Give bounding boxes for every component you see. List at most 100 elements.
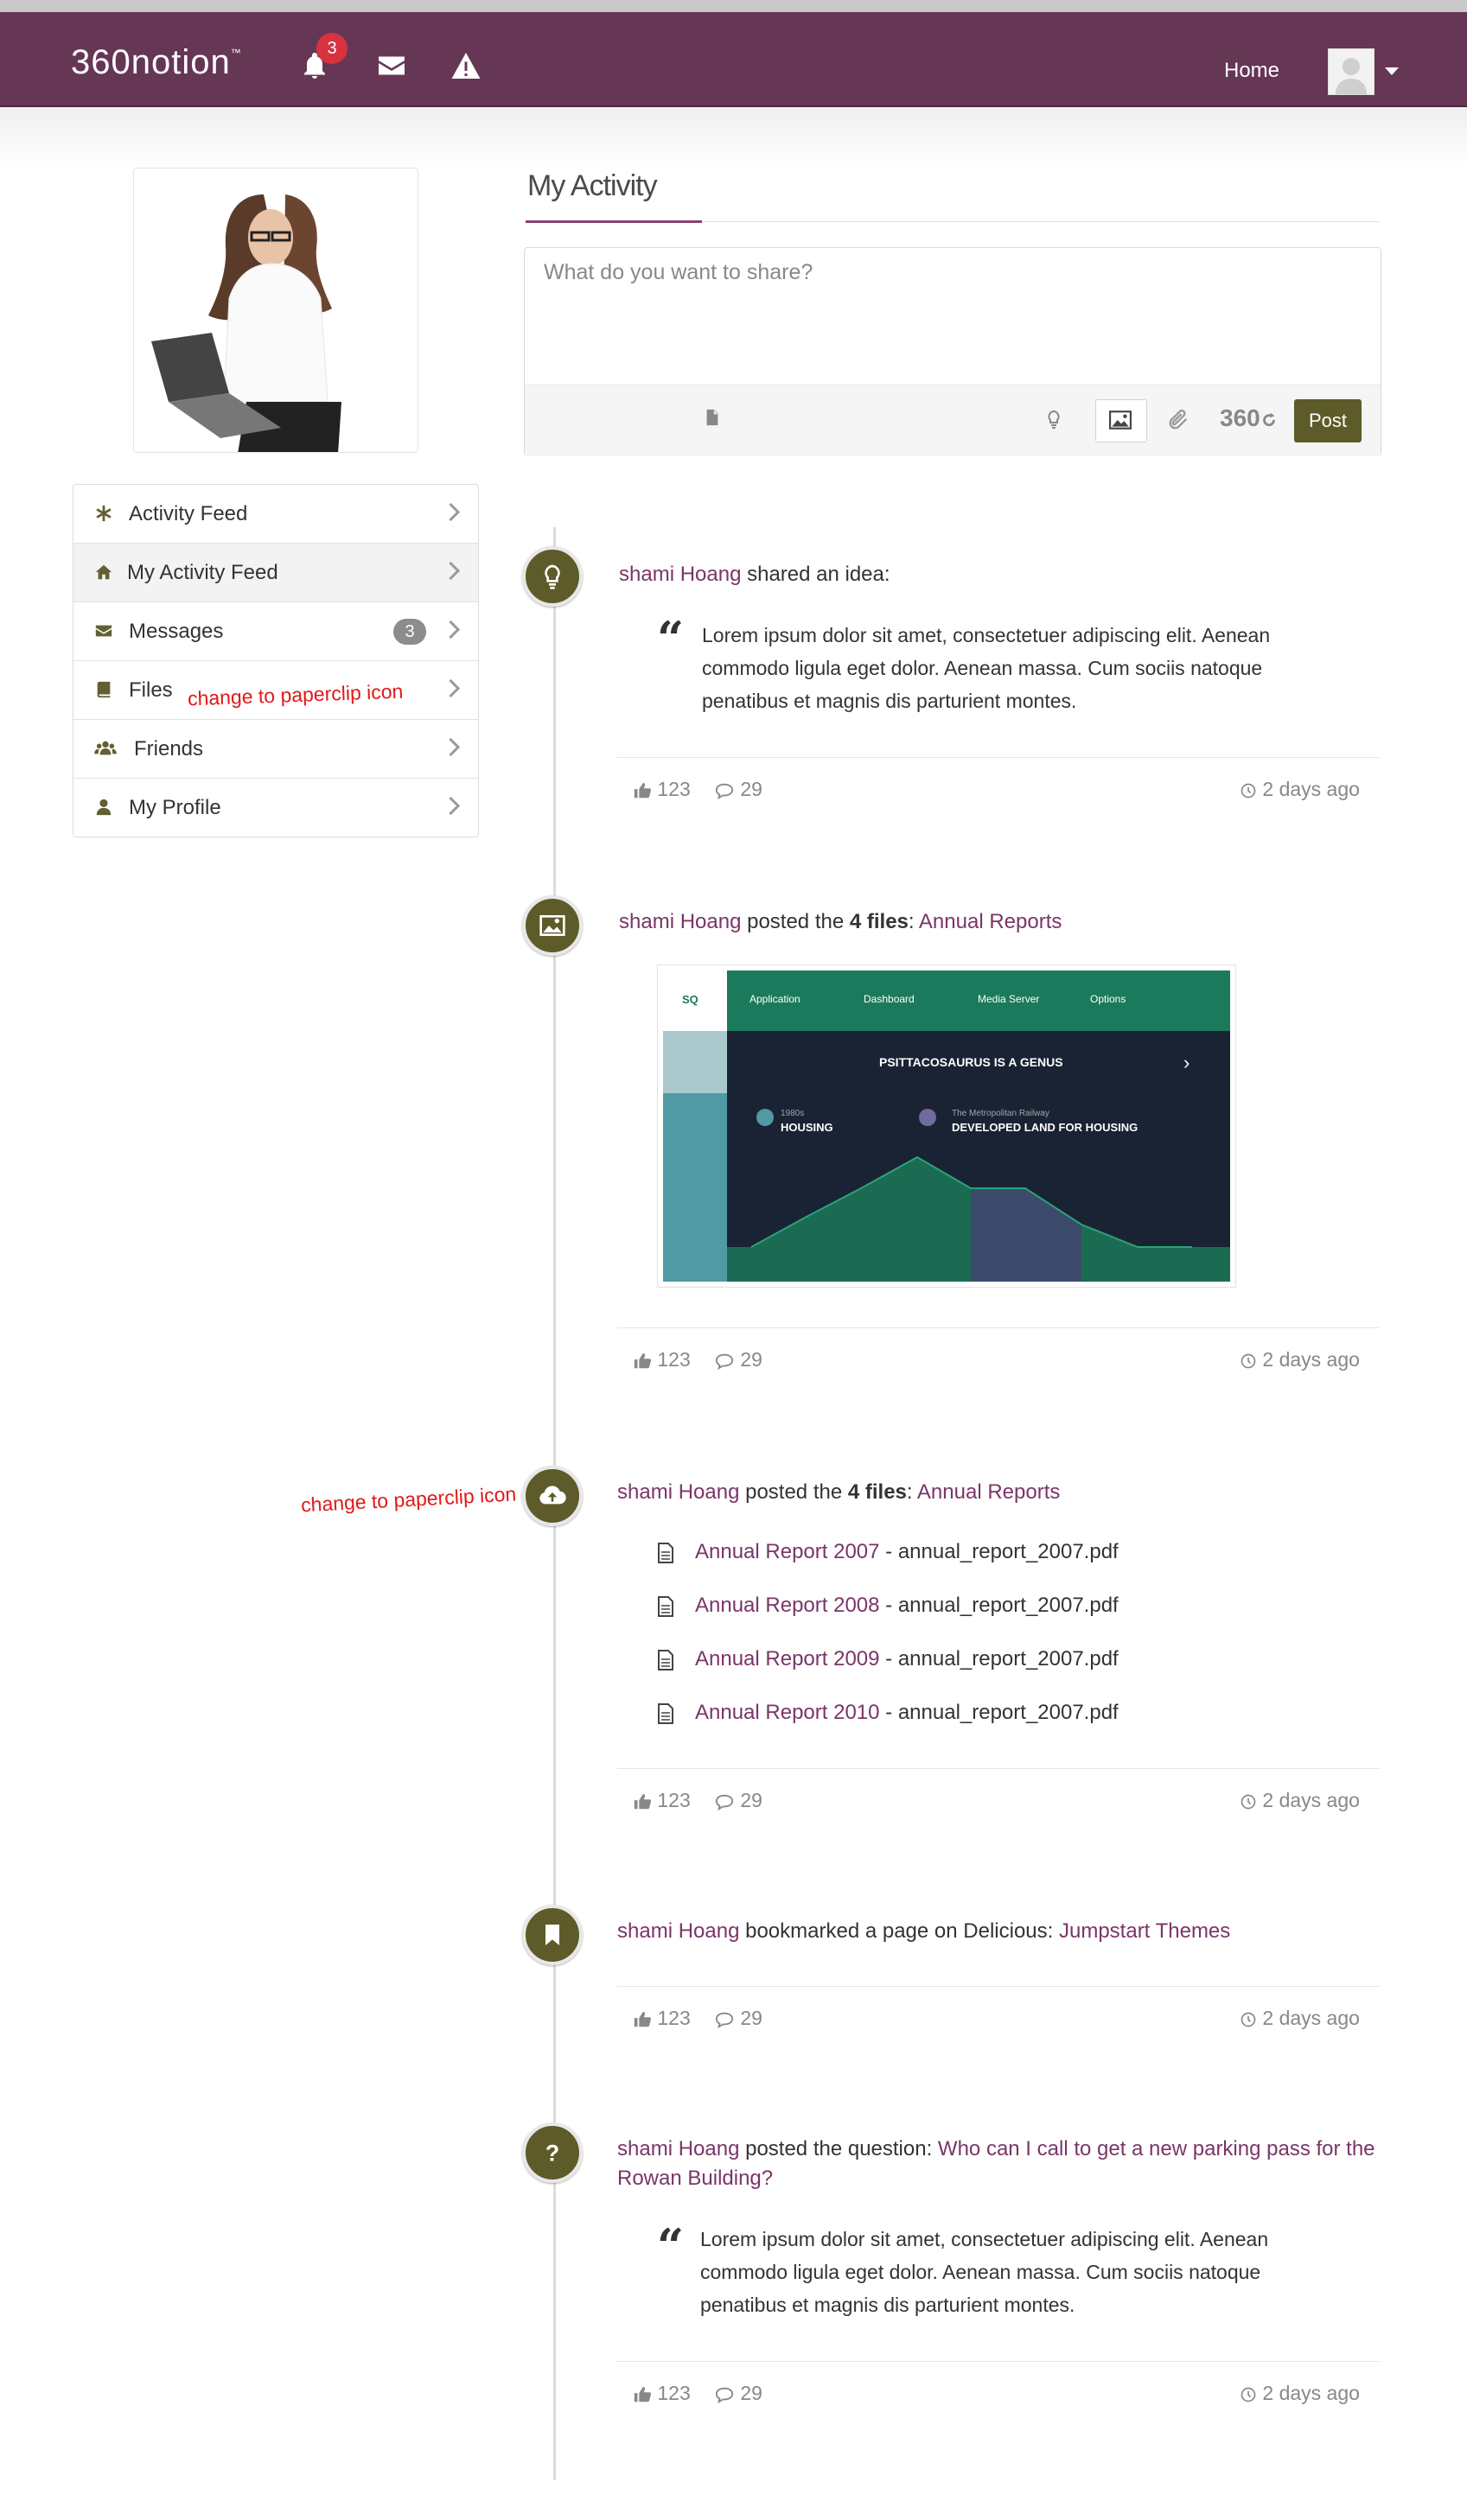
comment-count-value: 29 bbox=[740, 2007, 762, 2029]
user-link[interactable]: shami Hoang bbox=[617, 1480, 739, 1504]
user-icon bbox=[94, 798, 115, 818]
user-link[interactable]: shami Hoang bbox=[619, 563, 741, 586]
thumbs-up-icon bbox=[634, 782, 652, 799]
file-link[interactable]: Annual Report 2010 bbox=[695, 1701, 880, 1724]
sidebar-item-label: Files bbox=[129, 678, 173, 702]
file-name: - annual_report_2007.pdf bbox=[879, 1594, 1119, 1617]
page-title: My Activity bbox=[527, 169, 658, 202]
like-count[interactable]: 123 bbox=[633, 1348, 691, 1371]
user-avatar[interactable] bbox=[1328, 48, 1375, 95]
user-link[interactable]: shami Hoang bbox=[619, 910, 741, 933]
image-icon bbox=[539, 915, 565, 936]
document-icon[interactable] bbox=[703, 406, 722, 444]
like-count-value: 123 bbox=[657, 1348, 691, 1371]
comment-count[interactable]: 29 bbox=[714, 2007, 762, 2030]
comment-count-value: 29 bbox=[740, 2382, 762, 2404]
share-input[interactable]: What do you want to share? bbox=[544, 260, 1356, 364]
preview-logo: SQ bbox=[682, 993, 698, 1006]
lightbulb-icon bbox=[545, 564, 560, 589]
comment-icon bbox=[715, 783, 734, 800]
user-link[interactable]: shami Hoang bbox=[617, 2137, 739, 2160]
timeline-badge-idea bbox=[522, 546, 583, 607]
like-count[interactable]: 123 bbox=[633, 2007, 691, 2030]
timestamp: 2 days ago bbox=[1240, 2007, 1360, 2030]
timeline-badge-bookmark bbox=[522, 1905, 583, 1965]
sidebar-item-friends[interactable]: Friends bbox=[73, 720, 478, 779]
home-icon bbox=[94, 563, 115, 583]
quote-icon: “ bbox=[657, 2218, 685, 2274]
timestamp-value: 2 days ago bbox=[1262, 1789, 1360, 1811]
brand-trademark: ™ bbox=[230, 47, 242, 59]
separator-text: : bbox=[906, 1480, 917, 1504]
share-composer: What do you want to share? 360 Post bbox=[524, 247, 1381, 456]
book-icon bbox=[94, 680, 115, 701]
chevron-right-icon bbox=[441, 678, 461, 698]
file-icon bbox=[657, 1542, 674, 1563]
comment-count[interactable]: 29 bbox=[714, 778, 762, 801]
paperclip-icon[interactable] bbox=[1166, 408, 1190, 446]
brand-logo[interactable]: 360notion™ bbox=[71, 43, 242, 82]
header-shadow bbox=[0, 107, 1467, 168]
entry-action-text: posted the question: bbox=[739, 2137, 938, 2160]
like-count[interactable]: 123 bbox=[633, 1789, 691, 1812]
notification-badge: 3 bbox=[316, 33, 348, 64]
like-count[interactable]: 123 bbox=[633, 778, 691, 801]
sidebar-item-my-profile[interactable]: My Profile bbox=[73, 779, 478, 837]
comment-icon bbox=[715, 1353, 734, 1371]
file-link[interactable]: Annual Report 2008 bbox=[695, 1594, 880, 1617]
image-button[interactable] bbox=[1095, 399, 1147, 442]
sidebar-item-activity-feed[interactable]: Activity Feed bbox=[73, 485, 478, 544]
lightbulb-icon[interactable] bbox=[1043, 406, 1064, 444]
timestamp-value: 2 days ago bbox=[1262, 1348, 1360, 1371]
browser-top-strip bbox=[0, 0, 1467, 12]
user-link[interactable]: shami Hoang bbox=[617, 1919, 739, 1943]
comment-count[interactable]: 29 bbox=[714, 2382, 762, 2405]
bookmark-link[interactable]: Jumpstart Themes bbox=[1059, 1919, 1230, 1943]
like-count-value: 123 bbox=[657, 778, 691, 800]
entry-action-text: bookmarked a page on Delicious: bbox=[739, 1919, 1059, 1943]
attachment-preview[interactable]: SQ Application Dashboard Media Server Op… bbox=[657, 964, 1236, 1288]
entry-header: shami Hoang posted the question: Who can… bbox=[617, 2135, 1387, 2193]
comment-count[interactable]: 29 bbox=[714, 1789, 762, 1812]
nav-home-link[interactable]: Home bbox=[1224, 59, 1279, 83]
entry-header: shami Hoang posted the 4 files: Annual R… bbox=[617, 1478, 1060, 1507]
comment-count-value: 29 bbox=[740, 778, 762, 800]
timeline-badge-question: ? bbox=[522, 2122, 583, 2183]
envelope-icon[interactable] bbox=[375, 50, 410, 85]
sidebar-item-my-activity-feed[interactable]: My Activity Feed bbox=[73, 544, 478, 602]
post-button[interactable]: Post bbox=[1294, 399, 1362, 442]
entry-divider bbox=[617, 757, 1380, 758]
legend-sub: The Metropolitan Railway bbox=[952, 1109, 1049, 1118]
file-name: - annual_report_2007.pdf bbox=[879, 1701, 1119, 1724]
comment-count[interactable]: 29 bbox=[714, 1348, 762, 1371]
chevron-right-icon bbox=[441, 620, 461, 640]
chevron-right-icon bbox=[441, 796, 461, 816]
image-icon bbox=[1109, 410, 1132, 430]
warning-icon[interactable] bbox=[450, 50, 484, 85]
comment-icon bbox=[715, 1794, 734, 1811]
timestamp: 2 days ago bbox=[1240, 1348, 1360, 1371]
clock-icon bbox=[1241, 1794, 1256, 1810]
sidebar-item-label: My Profile bbox=[129, 796, 221, 819]
like-count[interactable]: 123 bbox=[633, 2382, 691, 2405]
file-link[interactable]: Annual Report 2007 bbox=[695, 1540, 880, 1563]
messages-count-badge: 3 bbox=[393, 619, 426, 645]
entry-action-text: posted the bbox=[739, 1480, 848, 1504]
separator-text: : bbox=[908, 910, 919, 933]
sidebar-item-messages[interactable]: Messages 3 bbox=[73, 602, 478, 661]
timestamp: 2 days ago bbox=[1240, 2382, 1360, 2405]
sidebar-item-files[interactable]: Files change to paperclip icon bbox=[73, 661, 478, 720]
sidebar-item-label: Friends bbox=[134, 737, 204, 760]
clock-icon bbox=[1241, 783, 1256, 799]
file-link[interactable]: Annual Report 2009 bbox=[695, 1647, 880, 1670]
caret-down-icon[interactable] bbox=[1385, 67, 1399, 75]
like-count-value: 123 bbox=[657, 2382, 691, 2404]
files-annotation: change to paperclip icon bbox=[187, 679, 404, 710]
album-link[interactable]: Annual Reports bbox=[919, 910, 1062, 933]
clock-icon bbox=[1241, 2387, 1256, 2402]
composer-360-button[interactable]: 360 bbox=[1220, 404, 1260, 442]
brand-text: 360notion bbox=[71, 43, 231, 81]
timeline-badge-image bbox=[522, 895, 583, 956]
album-link[interactable]: Annual Reports bbox=[917, 1480, 1060, 1504]
chevron-right-icon bbox=[441, 561, 461, 581]
